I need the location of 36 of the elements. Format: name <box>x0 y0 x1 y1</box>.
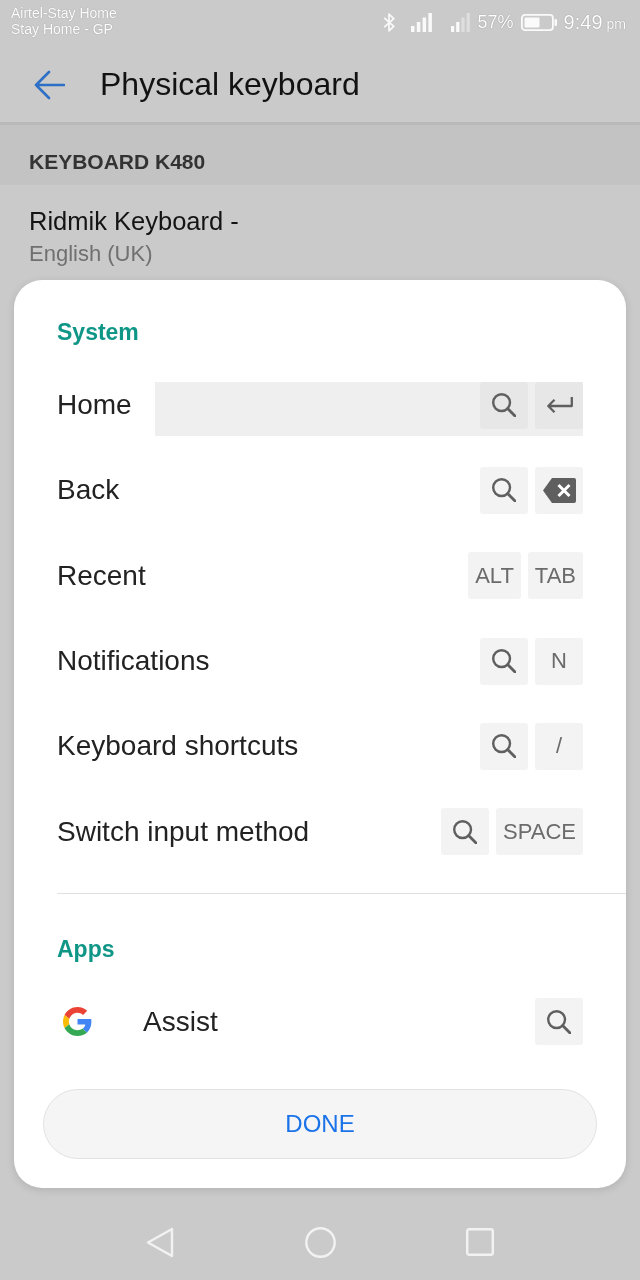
battery-icon <box>520 13 557 31</box>
signal-icon <box>450 12 470 32</box>
shortcut-key: ALT <box>468 552 521 600</box>
bluetooth-icon <box>382 12 395 32</box>
shortcut-key: TAB <box>527 552 583 600</box>
home-circle-icon[interactable] <box>304 1226 336 1258</box>
shortcut-label: Keyboard shortcuts <box>57 730 299 763</box>
shortcut-label: Switch input method <box>57 815 310 848</box>
enter-arrow-icon <box>545 397 573 414</box>
shortcut-label: Assist <box>143 1005 218 1038</box>
back-arrow-icon[interactable] <box>33 68 65 101</box>
keyboard-layout-title[interactable]: Ridmik Keyboard - <box>29 206 239 236</box>
search-icon <box>492 649 516 674</box>
shortcut-key: SPACE <box>496 808 583 856</box>
section-title: Apps <box>57 934 115 963</box>
shortcut-label: Recent <box>57 559 146 592</box>
screen-title: Physical keyboard <box>100 66 360 103</box>
search-icon <box>492 393 516 418</box>
section-title: System <box>57 318 139 346</box>
shortcut-label: Home <box>57 389 132 422</box>
shortcut-label: Back <box>57 474 120 507</box>
letter-g-icon <box>63 1007 92 1037</box>
recents-square-icon[interactable] <box>466 1228 494 1256</box>
keyboard-layout-language: English (UK) <box>29 241 153 267</box>
search-icon <box>453 819 478 844</box>
section-header: KEYBOARD K480 <box>0 125 640 185</box>
shortcut-label: Notifications <box>57 645 210 678</box>
search-icon <box>547 1009 571 1034</box>
search-icon <box>492 734 516 759</box>
search-icon <box>492 478 516 503</box>
signal-icon <box>410 12 432 32</box>
done-button[interactable]: DONE <box>43 1089 597 1160</box>
back-triangle-icon[interactable] <box>146 1226 174 1258</box>
shortcut-key: N <box>535 637 583 685</box>
shortcut-key: / <box>535 722 583 770</box>
backspace-icon <box>542 477 576 503</box>
